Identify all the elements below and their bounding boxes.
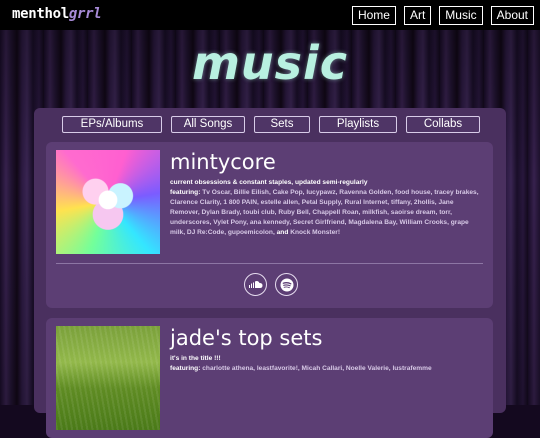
playlist-title: mintycore xyxy=(170,150,276,174)
music-tabs: EPs/Albums All Songs Sets Playlists Coll… xyxy=(62,116,480,133)
soundcloud-link[interactable] xyxy=(244,273,267,296)
featured-artists: featuring: Tv Oscar, Billie Eilish, Cake… xyxy=(170,188,482,238)
logo-accent-text: grrl xyxy=(68,6,102,22)
nav-home-link[interactable]: Home xyxy=(351,6,396,25)
tab-eps-albums[interactable]: EPs/Albums xyxy=(62,116,162,133)
nav-music-link[interactable]: Music xyxy=(439,6,483,25)
tab-collabs[interactable]: Collabs xyxy=(406,116,480,133)
tab-playlists[interactable]: Playlists xyxy=(319,116,397,133)
nav-about-link[interactable]: About xyxy=(490,6,534,25)
logo-text: menthol xyxy=(12,6,69,22)
featuring-label: featuring: xyxy=(170,365,201,372)
playlist-card-top-sets: jade's top sets it's in the title !!! fe… xyxy=(46,318,493,438)
top-nav-bar: mentholgrrl Home Art Music About xyxy=(0,0,540,30)
card-divider xyxy=(56,263,483,264)
featured-artists: featuring: charlotte athena, leastfavori… xyxy=(170,364,482,374)
spotify-link[interactable] xyxy=(275,273,298,296)
featuring-label: featuring: xyxy=(170,189,201,196)
music-panel: EPs/Albums All Songs Sets Playlists Coll… xyxy=(34,108,506,438)
playlist-description: current obsessions & constant staples, u… xyxy=(170,179,368,186)
playlist-description: it's in the title !!! xyxy=(170,355,221,362)
featured-artist-last: Knock Monster! xyxy=(290,229,341,236)
main-nav: Home Art Music About xyxy=(351,6,534,25)
site-logo[interactable]: mentholgrrl xyxy=(12,6,102,22)
spotify-icon xyxy=(280,278,293,291)
tab-sets[interactable]: Sets xyxy=(254,116,310,133)
featuring-and: and xyxy=(276,229,289,236)
playlist-cover-art[interactable] xyxy=(56,326,160,430)
playlist-title: jade's top sets xyxy=(170,326,323,350)
playlist-card-mintycore: mintycore current obsessions & constant … xyxy=(46,142,493,308)
playlist-cover-art[interactable] xyxy=(56,150,160,254)
tab-all-songs[interactable]: All Songs xyxy=(171,116,245,133)
page-title: music xyxy=(191,36,349,90)
soundcloud-icon xyxy=(248,281,262,288)
featured-artist-list: charlotte athena, leastfavorite!, Micah … xyxy=(202,365,432,372)
nav-art-link[interactable]: Art xyxy=(403,6,432,25)
